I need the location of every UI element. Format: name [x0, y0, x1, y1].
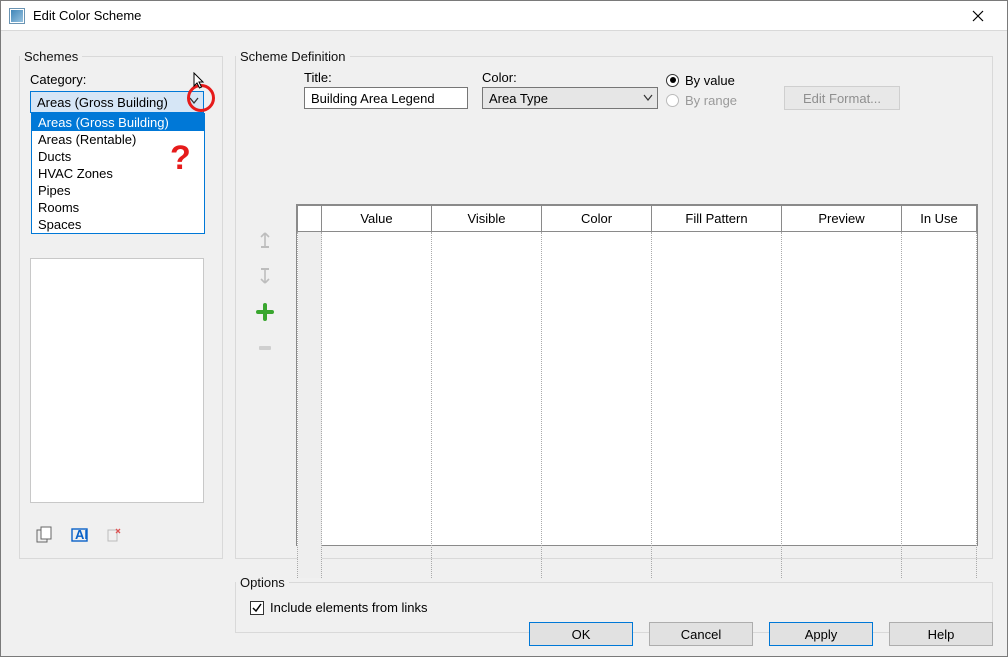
- include-links-checkbox[interactable]: Include elements from links: [236, 590, 992, 625]
- titlebar: Edit Color Scheme: [1, 1, 1007, 31]
- remove-row-button[interactable]: [254, 337, 276, 359]
- dialog-content: Schemes Category: Areas (Gross Building)…: [1, 31, 1007, 656]
- color-value: Area Type: [489, 91, 548, 106]
- dropdown-option[interactable]: Ducts: [32, 148, 204, 165]
- definition-group: Scheme Definition Title: Color: Area Typ…: [235, 49, 993, 559]
- dropdown-option[interactable]: HVAC Zones: [32, 165, 204, 182]
- chevron-down-icon: [643, 94, 653, 102]
- definition-legend: Scheme Definition: [236, 49, 350, 64]
- by-range-label: By range: [685, 93, 737, 108]
- col-header[interactable]: Color: [542, 206, 652, 232]
- svg-text:AI: AI: [75, 527, 88, 542]
- scheme-table[interactable]: Value Visible Color Fill Pattern Preview…: [296, 204, 978, 546]
- category-dropdown: Areas (Gross Building) Areas (Rentable) …: [31, 113, 205, 234]
- dropdown-option[interactable]: Pipes: [32, 182, 204, 199]
- col-header[interactable]: In Use: [902, 206, 977, 232]
- arrow-up-icon: [257, 231, 273, 249]
- move-down-button[interactable]: [254, 265, 276, 287]
- dialog-buttons: OK Cancel Apply Help: [529, 622, 993, 646]
- radio-icon: [666, 74, 679, 87]
- dropdown-option[interactable]: Rooms: [32, 199, 204, 216]
- schemes-listbox[interactable]: [30, 258, 204, 503]
- color-label: Color:: [482, 70, 662, 85]
- duplicate-scheme-button[interactable]: [34, 524, 58, 546]
- checkbox-icon: [250, 601, 264, 615]
- delete-icon: [105, 526, 123, 544]
- ok-button[interactable]: OK: [529, 622, 633, 646]
- arrow-down-icon: [257, 267, 273, 285]
- by-value-label: By value: [685, 73, 735, 88]
- col-header[interactable]: Preview: [782, 206, 902, 232]
- col-header[interactable]: Fill Pattern: [652, 206, 782, 232]
- rename-scheme-button[interactable]: AI: [68, 524, 92, 546]
- dropdown-option[interactable]: Spaces: [32, 216, 204, 233]
- window-title: Edit Color Scheme: [33, 8, 957, 23]
- category-label: Category:: [30, 72, 212, 87]
- edit-format-button: Edit Format...: [784, 86, 900, 110]
- chevron-down-icon: [189, 97, 199, 105]
- close-icon: [972, 10, 984, 22]
- cancel-button[interactable]: Cancel: [649, 622, 753, 646]
- row-toolbar: [254, 229, 276, 359]
- dropdown-option[interactable]: Areas (Rentable): [32, 131, 204, 148]
- help-button[interactable]: Help: [889, 622, 993, 646]
- apply-button[interactable]: Apply: [769, 622, 873, 646]
- by-value-radio[interactable]: By value: [666, 71, 776, 89]
- duplicate-icon: [36, 526, 56, 544]
- app-icon: [9, 8, 25, 24]
- include-links-label: Include elements from links: [270, 600, 428, 615]
- move-up-button[interactable]: [254, 229, 276, 251]
- dropdown-option[interactable]: Areas (Gross Building): [32, 114, 204, 131]
- title-input[interactable]: [304, 87, 468, 109]
- schemes-legend: Schemes: [20, 49, 82, 64]
- options-legend: Options: [236, 575, 289, 590]
- add-row-button[interactable]: [254, 301, 276, 323]
- rename-icon: AI: [70, 526, 90, 544]
- title-label: Title:: [304, 70, 482, 85]
- category-combo[interactable]: Areas (Gross Building) Areas (Gross Buil…: [30, 91, 204, 113]
- col-header[interactable]: Value: [322, 206, 432, 232]
- schemes-group: Schemes Category: Areas (Gross Building)…: [19, 49, 223, 559]
- col-header[interactable]: Visible: [432, 206, 542, 232]
- close-button[interactable]: [957, 4, 999, 28]
- row-selector-header: [298, 206, 322, 232]
- delete-scheme-button[interactable]: [102, 524, 126, 546]
- dialog-window: Edit Color Scheme Schemes Category: Area…: [0, 0, 1008, 657]
- by-range-radio: By range: [666, 91, 776, 109]
- radio-icon: [666, 94, 679, 107]
- plus-icon: [256, 303, 274, 321]
- minus-icon: [256, 339, 274, 357]
- color-select[interactable]: Area Type: [482, 87, 658, 109]
- category-value: Areas (Gross Building): [37, 95, 168, 110]
